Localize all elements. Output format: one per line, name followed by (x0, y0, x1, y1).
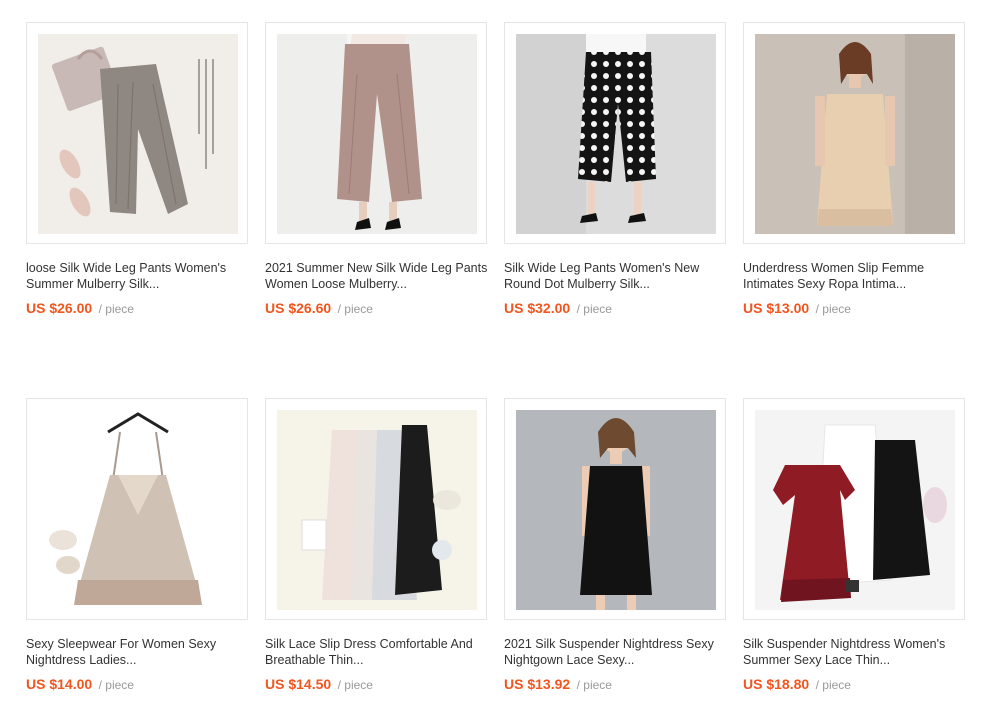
polka-dot-pants-image (516, 34, 716, 234)
product-image-link[interactable] (26, 398, 248, 620)
product-title[interactable]: Silk Suspender Nightdress Women's Summer… (743, 636, 973, 668)
product-price: US $18.80 (743, 676, 810, 692)
product-price: US $13.00 (743, 300, 810, 316)
product-price: US $26.00 (26, 300, 93, 316)
product-title[interactable]: loose Silk Wide Leg Pants Women's Summer… (26, 260, 256, 292)
product-title[interactable]: Silk Wide Leg Pants Women's New Round Do… (504, 260, 734, 292)
price-unit: / piece (98, 302, 134, 316)
price-unit: / piece (576, 678, 612, 692)
product-image-link[interactable] (743, 398, 965, 620)
model-pants-image (277, 34, 477, 234)
price-row: US $18.80 / piece (743, 676, 851, 694)
product-image-link[interactable] (265, 398, 487, 620)
price-row: US $26.60 / piece (265, 300, 373, 318)
slip-dress-model-image (755, 34, 955, 234)
price-unit: / piece (815, 302, 851, 316)
black-nightgown-model-image (516, 410, 716, 610)
product-image-link[interactable] (504, 398, 726, 620)
price-row: US $13.92 / piece (504, 676, 612, 694)
price-row: US $26.00 / piece (26, 300, 134, 318)
product-price: US $32.00 (504, 300, 571, 316)
product-image-link[interactable] (504, 22, 726, 244)
price-unit: / piece (98, 678, 134, 692)
hanging-nightdress-image (38, 410, 238, 610)
product-title[interactable]: Silk Lace Slip Dress Comfortable And Bre… (265, 636, 495, 668)
product-price: US $13.92 (504, 676, 571, 692)
price-row: US $13.00 / piece (743, 300, 851, 318)
flatlay-pants-image (38, 34, 238, 234)
product-image-link[interactable] (743, 22, 965, 244)
product-image-link[interactable] (26, 22, 248, 244)
product-price: US $14.00 (26, 676, 93, 692)
slip-dresses-flatlay-image (277, 410, 477, 610)
product-price: US $26.60 (265, 300, 332, 316)
price-row: US $14.00 / piece (26, 676, 134, 694)
price-unit: / piece (337, 678, 373, 692)
price-unit: / piece (815, 678, 851, 692)
price-unit: / piece (337, 302, 373, 316)
product-price: US $14.50 (265, 676, 332, 692)
price-row: US $14.50 / piece (265, 676, 373, 694)
product-title[interactable]: Underdress Women Slip Femme Intimates Se… (743, 260, 973, 292)
product-title[interactable]: Sexy Sleepwear For Women Sexy Nightdress… (26, 636, 256, 668)
nightdress-set-image (755, 410, 955, 610)
product-image-link[interactable] (265, 22, 487, 244)
price-row: US $32.00 / piece (504, 300, 612, 318)
product-title[interactable]: 2021 Silk Suspender Nightdress Sexy Nigh… (504, 636, 734, 668)
price-unit: / piece (576, 302, 612, 316)
product-title[interactable]: 2021 Summer New Silk Wide Leg Pants Wome… (265, 260, 495, 292)
